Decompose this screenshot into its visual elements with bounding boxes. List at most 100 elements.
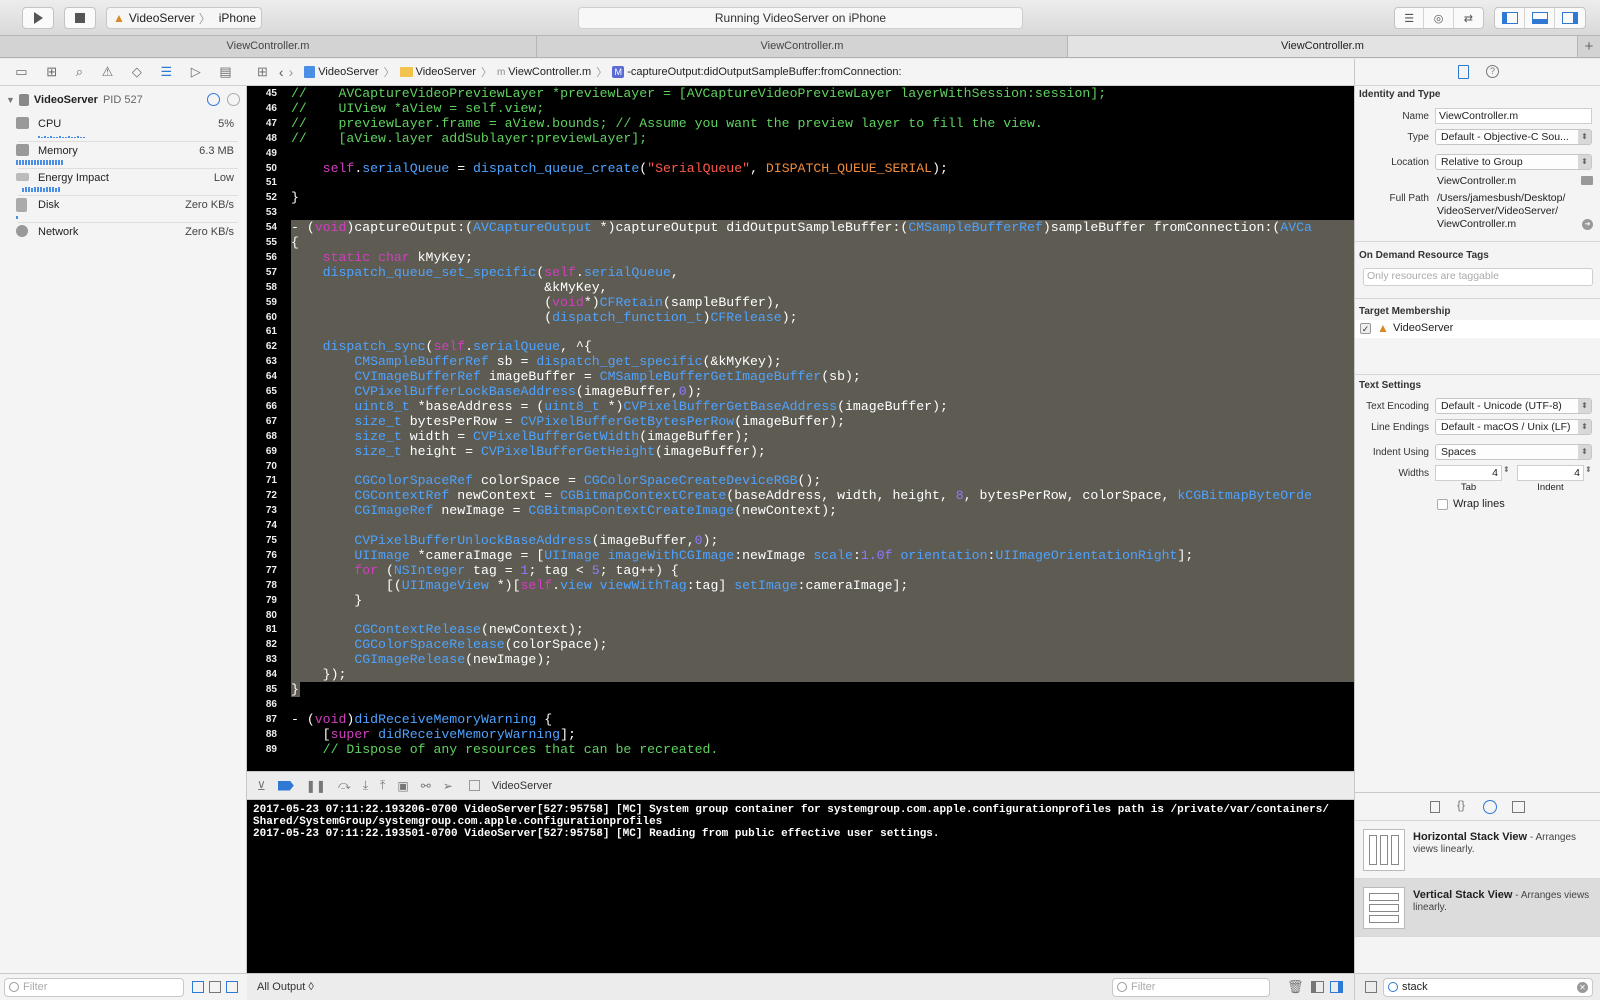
scheme-selector[interactable]: ▲ VideoServer 〉 iPhone xyxy=(106,7,262,29)
step-over-icon[interactable]: ⤼ xyxy=(338,778,351,793)
file-inspector-icon[interactable] xyxy=(1458,65,1469,79)
standard-editor-icon[interactable]: ☰ xyxy=(1395,8,1425,28)
code-line[interactable]: 62 dispatch_sync(self.serialQueue, ^{ xyxy=(247,339,1354,355)
version-editor-icon[interactable]: ⇄ xyxy=(1454,8,1483,28)
hide-debug-area-icon[interactable]: ⊻ xyxy=(257,779,266,793)
code-line[interactable]: 58 &kMyKey, xyxy=(247,279,1354,295)
code-line[interactable]: 78 [(UIImageView *)[self.view viewWithTa… xyxy=(247,577,1354,593)
source-editor[interactable]: 45 // AVCaptureVideoPreviewLayer *preview… xyxy=(247,86,1354,771)
location-popup[interactable]: Relative to Group ⬍ xyxy=(1435,154,1592,170)
breadcrumb-method[interactable]: M -captureOutput:didOutputSampleBuffer:fr… xyxy=(612,66,902,78)
test-icon[interactable]: ◇ xyxy=(132,64,142,80)
code-line[interactable]: 47 // previewLayer.frame = aView.bounds; … xyxy=(247,116,1354,131)
type-popup[interactable]: Default - Objective-C Sou... ⬍ xyxy=(1435,129,1592,145)
new-tab-button[interactable]: + xyxy=(1578,36,1600,57)
odr-tags-field[interactable]: Only resources are taggable xyxy=(1363,268,1593,286)
tab-width-stepper[interactable]: ⬍ xyxy=(1503,465,1510,474)
code-line[interactable]: 75 CVPixelBufferUnlockBaseAddress(imageB… xyxy=(247,533,1354,548)
location-icon[interactable]: ➢ xyxy=(443,779,453,793)
code-snippet-icon[interactable]: {} xyxy=(1457,798,1465,812)
back-icon[interactable]: ‹ xyxy=(279,64,284,80)
gauge-info-icon[interactable] xyxy=(207,93,220,106)
code-line[interactable]: 55 { xyxy=(247,235,1354,250)
code-line[interactable]: 83 CGImageRelease(newImage); xyxy=(247,652,1354,668)
gauge-memory[interactable]: Memory 6.3 MB xyxy=(16,142,238,168)
line-endings-popup[interactable]: Default - macOS / Unix (LF) ⬍ xyxy=(1435,419,1592,435)
utilities-toggle-icon[interactable] xyxy=(1555,8,1585,28)
code-line[interactable]: 82 CGColorSpaceRelease(colorSpace); xyxy=(247,637,1354,653)
folder-icon[interactable]: ▭ xyxy=(15,64,27,80)
search-icon[interactable]: ⌕ xyxy=(76,64,83,80)
target-checkbox[interactable]: ✓ xyxy=(1360,323,1371,334)
code-line[interactable]: 77 for (NSInteger tag = 1; tag < 5; tag+… xyxy=(247,562,1354,578)
library-search-field[interactable]: stack ✕ xyxy=(1383,978,1593,997)
code-line[interactable]: 56 static char kMyKey; xyxy=(247,249,1354,265)
code-line[interactable]: 51 xyxy=(247,175,1354,190)
warning-icon[interactable]: ⚠ xyxy=(102,64,114,80)
debug-area-toggle-icon[interactable] xyxy=(1525,8,1555,28)
clear-search-icon[interactable]: ✕ xyxy=(1577,982,1588,993)
gauge-network[interactable]: Network Zero KB/s xyxy=(16,223,238,249)
code-line[interactable]: 50 self.serialQueue = dispatch_queue_cre… xyxy=(247,161,1354,176)
code-line[interactable]: 52} xyxy=(247,190,1354,205)
code-line[interactable]: 69 size_t height = CVPixelBufferGetHeigh… xyxy=(247,443,1354,459)
breadcrumb-file[interactable]: m ViewController.m xyxy=(497,66,591,78)
code-line[interactable]: 68 size_t width = CVPixelBufferGetWidth(… xyxy=(247,428,1354,444)
breakpoint-icon[interactable]: ▷ xyxy=(191,64,201,80)
chart-icon[interactable] xyxy=(226,981,238,993)
code-line[interactable]: 85} xyxy=(247,682,1354,697)
forward-icon[interactable]: › xyxy=(289,64,294,80)
console-view-icon[interactable] xyxy=(1330,981,1343,993)
code-line[interactable]: 81 CGContextRelease(newContext); xyxy=(247,622,1354,638)
run-button[interactable] xyxy=(22,7,54,29)
code-line[interactable]: 57 dispatch_queue_set_specific(self.seri… xyxy=(247,264,1354,280)
breadcrumb-group[interactable]: VideoServer xyxy=(399,66,476,78)
quick-help-icon[interactable]: ? xyxy=(1486,65,1499,78)
code-line[interactable]: 71 CGColorSpaceRef colorSpace = CGColorS… xyxy=(247,473,1354,489)
pause-icon[interactable]: ❚❚ xyxy=(306,779,326,793)
assistant-editor-icon[interactable]: ◎ xyxy=(1424,8,1454,28)
tab-2[interactable]: ViewController.m xyxy=(537,36,1068,57)
code-line[interactable]: 76 UIImage *cameraImage = [UIImage image… xyxy=(247,547,1354,563)
console-output[interactable]: 2017-05-23 07:11:22.193206-0700 VideoSer… xyxy=(247,800,1354,973)
grid-icon[interactable] xyxy=(209,981,221,993)
output-selector[interactable]: All Output ◊ xyxy=(257,981,314,993)
breadcrumb-project[interactable]: VideoServer xyxy=(304,66,379,78)
trash-icon[interactable]: 🗑 xyxy=(1287,979,1304,995)
view-debugger-icon[interactable]: ▣ xyxy=(397,779,408,793)
related-items-icon[interactable]: ⊞ xyxy=(257,64,268,80)
code-line[interactable]: 48 // [aView.layer addSublayer:previewLay… xyxy=(247,131,1354,146)
variables-view-icon[interactable] xyxy=(1311,981,1324,993)
code-line[interactable]: 84 }); xyxy=(247,667,1354,683)
step-out-icon[interactable]: ⤒ xyxy=(380,778,385,793)
debug-navigator-icon[interactable]: ☰ xyxy=(160,64,172,80)
indent-width-stepper[interactable]: ⬍ xyxy=(1585,465,1592,474)
code-line[interactable]: 87 - (void)didReceiveMemoryWarning { xyxy=(247,712,1354,727)
code-line[interactable]: 80 xyxy=(247,607,1354,623)
breakpoints-toggle-icon[interactable] xyxy=(277,780,294,791)
indent-using-popup[interactable]: Spaces ⬍ xyxy=(1435,444,1592,460)
code-line[interactable]: 59 (void*)CFRetain(sampleBuffer), xyxy=(247,294,1354,310)
gauge-energy[interactable]: Energy Impact Low xyxy=(16,169,238,195)
code-line[interactable]: 63 CMSampleBufferRef sb = dispatch_get_s… xyxy=(247,354,1354,370)
memory-graph-icon[interactable]: ⚯ xyxy=(421,779,431,793)
code-line[interactable]: 86 xyxy=(247,697,1354,712)
library-item-vertical-stack[interactable]: Vertical Stack View - Arranges views lin… xyxy=(1355,879,1600,937)
code-line[interactable]: 61 xyxy=(247,324,1354,340)
tab-3[interactable]: ViewController.m xyxy=(1068,36,1578,57)
tab-width-field[interactable]: 4 xyxy=(1435,465,1502,481)
code-line[interactable]: 79 } xyxy=(247,592,1354,608)
gauge-toggle-icon[interactable] xyxy=(227,93,240,106)
code-line[interactable]: 67 size_t bytesPerRow = CVPixelBufferGet… xyxy=(247,413,1354,429)
encoding-popup[interactable]: Default - Unicode (UTF-8) ⬍ xyxy=(1435,398,1592,414)
code-line[interactable]: 89 // Dispose of any resources that can … xyxy=(247,742,1354,757)
code-line[interactable]: 88 [super didReceiveMemoryWarning]; xyxy=(247,727,1354,742)
process-row[interactable]: ▼ VideoServer PID 527 xyxy=(6,92,242,108)
name-field[interactable]: ViewController.m xyxy=(1435,108,1592,124)
code-line[interactable]: 70 xyxy=(247,458,1354,474)
code-line[interactable]: 64 CVImageBufferRef imageBuffer = CMSamp… xyxy=(247,369,1354,385)
tab-1[interactable]: ViewController.m xyxy=(0,36,537,57)
hierarchy-icon[interactable]: ⊞ xyxy=(46,64,57,80)
grid-view-icon[interactable] xyxy=(1365,981,1377,993)
navigator-toggle-icon[interactable] xyxy=(1495,8,1525,28)
